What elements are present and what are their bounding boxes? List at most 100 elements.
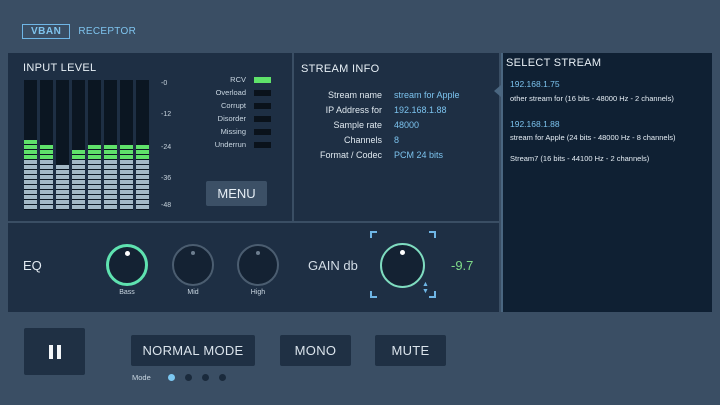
meter-segment-green [72,150,85,154]
meter-scale-label: -12 [161,111,172,118]
meter-segment-green [120,150,133,154]
input-level-title: INPUT LEVEL [23,62,97,74]
meter-segment [56,190,69,194]
meter-segment [120,190,133,194]
status-led [254,76,271,83]
meter-segment [136,170,149,174]
meter-segment [104,200,117,204]
stream-ip[interactable]: 192.168.1.75 [510,79,560,89]
gain-focus-corner-bl [370,291,377,298]
gain-stepper-icon[interactable]: ▲ ▼ [422,281,429,295]
meter-segment [24,205,37,209]
meter-segment [72,190,85,194]
status-row: Underrun [186,140,271,149]
meter-segment [40,195,53,199]
level-meter-channel [40,80,53,210]
meter-segment [56,180,69,184]
status-label: Underrun [214,140,246,149]
meter-segment-green [120,145,133,149]
meter-segment-green [24,155,37,159]
mode-page-dot[interactable] [185,374,192,381]
meter-segment [72,175,85,179]
gain-value: -9.7 [451,258,474,273]
meter-segment [40,170,53,174]
meter-segment [104,180,117,184]
meter-segment-green [40,155,53,159]
status-led [254,102,271,109]
status-row: Overload [186,88,271,97]
stream-description[interactable]: Stream7 (16 bits - 44100 Hz - 2 channels… [510,154,649,163]
gain-knob[interactable] [380,243,425,288]
stream-description[interactable]: other stream for (16 bits - 48000 Hz - 2… [510,94,674,103]
mode-page-dot[interactable] [202,374,209,381]
mono-button[interactable]: MONO [280,335,351,366]
normal-mode-button[interactable]: NORMAL MODE [131,335,255,366]
meter-segment [72,185,85,189]
meter-segment [120,200,133,204]
status-led [254,128,271,135]
status-label: RCV [230,75,246,84]
stream-info-value: 8 [394,135,400,145]
eq-knob-mid[interactable] [172,244,214,286]
meter-segment-green [40,150,53,154]
meter-segment [88,205,101,209]
level-meter-channel [104,80,117,210]
meter-segment [120,205,133,209]
stream-info-value: 192.168.1.88 [394,105,447,115]
menu-button[interactable]: MENU [206,181,267,206]
meter-segment [104,175,117,179]
brand-logo: VBAN RECEPTOR [22,24,136,39]
eq-knob-indicator [191,251,195,255]
meter-segment-green [88,155,101,159]
meter-segment [40,205,53,209]
mode-page-dot[interactable] [168,374,175,381]
eq-panel: EQ Bass Mid High GAIN db ▲ ▼ -9.7 [8,223,499,312]
meter-segment [24,175,37,179]
meter-segment [40,190,53,194]
brand-vban: VBAN [22,24,71,39]
eq-knob-high[interactable] [237,244,279,286]
meter-segment-green [104,145,117,149]
meter-segment-green [104,150,117,154]
stream-description[interactable]: stream for Apple (24 bits - 48000 Hz - 8… [510,133,676,142]
gain-label: GAIN db [308,258,358,273]
meter-segment [40,165,53,169]
meter-segment [136,180,149,184]
gain-knob-indicator [400,250,405,255]
mute-button[interactable]: MUTE [375,335,446,366]
meter-segment [72,200,85,204]
meter-segment-green [88,145,101,149]
meter-segment [72,160,85,164]
meter-segment [104,165,117,169]
eq-knob-indicator [256,251,260,255]
meter-segment [72,170,85,174]
meter-segment [88,190,101,194]
meter-segment [104,160,117,164]
stream-info-value: PCM 24 bits [394,150,444,160]
meter-segment [56,205,69,209]
pause-button[interactable] [24,328,85,375]
meter-segment [56,170,69,174]
meter-segment [88,175,101,179]
meter-segment [72,205,85,209]
meter-segment [136,190,149,194]
meter-segment [24,185,37,189]
meter-segment [88,200,101,204]
meter-segment [24,160,37,164]
meter-segment [24,180,37,184]
meter-segment [104,195,117,199]
meter-segment [136,175,149,179]
meter-segment-green [24,145,37,149]
meter-scale-label: -0 [161,80,168,87]
meter-segment [56,195,69,199]
meter-segment [88,165,101,169]
meter-segment [72,195,85,199]
eq-knob-bass[interactable] [106,244,148,286]
meter-segment [104,190,117,194]
meter-segment-green [72,155,85,159]
mode-page-dot[interactable] [219,374,226,381]
pause-icon-bar-left [48,344,53,359]
stream-ip[interactable]: 192.168.1.88 [510,119,560,129]
level-meters [24,80,149,210]
status-label: Missing [220,127,246,136]
